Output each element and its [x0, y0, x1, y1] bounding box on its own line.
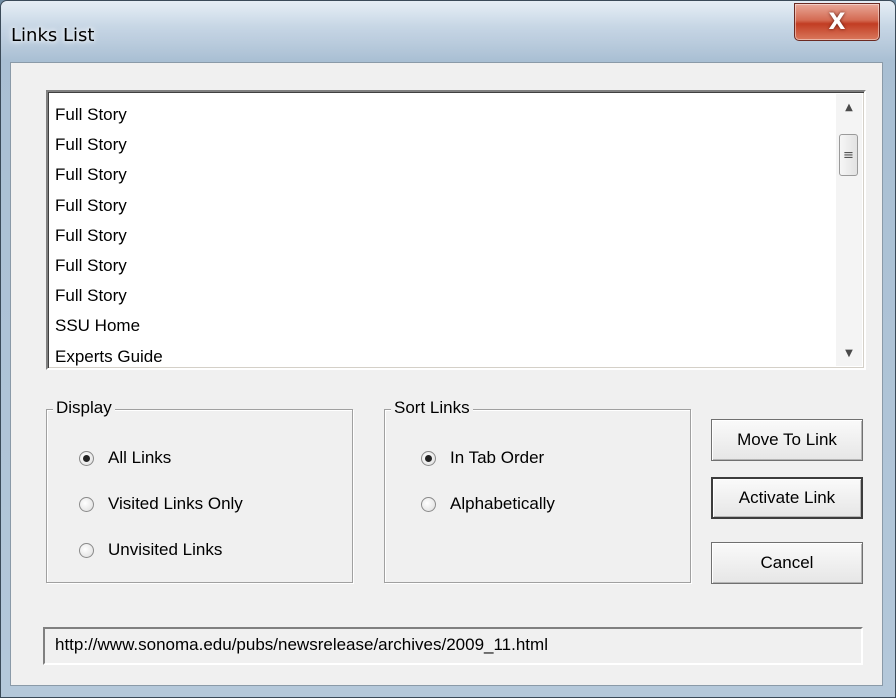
radio-checked-icon: [421, 450, 436, 466]
radio-all-links[interactable]: All Links: [79, 448, 171, 468]
title-bar[interactable]: Links List: [1, 1, 895, 63]
close-button[interactable]: X: [794, 3, 880, 41]
list-item[interactable]: Full Story: [55, 130, 815, 160]
radio-unchecked-icon: [79, 542, 94, 558]
radio-unchecked-icon: [79, 496, 94, 512]
link-url-field: http://www.sonoma.edu/pubs/newsrelease/a…: [43, 627, 863, 665]
list-item[interactable]: Full Story: [55, 251, 815, 281]
scroll-up-button[interactable]: ▲: [836, 94, 862, 120]
scrollbar-thumb[interactable]: ≡: [839, 134, 858, 176]
arrow-down-icon: ▼: [845, 347, 853, 359]
radio-alphabetically[interactable]: Alphabetically: [421, 494, 555, 514]
links-listbox[interactable]: Full Story Full Story Full Story Full St…: [46, 90, 866, 370]
arrow-up-icon: ▲: [845, 101, 853, 113]
grip-icon: ≡: [843, 147, 854, 163]
radio-label: All Links: [108, 448, 172, 467]
close-icon: X: [828, 9, 846, 35]
sort-links-groupbox: Sort Links In Tab Order Alphabetically: [384, 398, 691, 583]
radio-visited-links-only[interactable]: Visited Links Only: [79, 494, 243, 514]
cancel-button[interactable]: Cancel: [711, 542, 863, 584]
radio-unchecked-icon: [421, 496, 436, 512]
radio-label: Visited Links Only: [108, 494, 243, 513]
radio-label: Unvisited Links: [108, 540, 223, 559]
window-title: Links List: [11, 25, 95, 46]
vertical-scrollbar[interactable]: ▲ ≡ ▼: [836, 94, 862, 366]
display-group-label: Display: [53, 398, 115, 418]
dialog-client-area: Full Story Full Story Full Story Full St…: [10, 62, 883, 686]
list-item[interactable]: Experts Guide: [55, 342, 815, 372]
list-item[interactable]: Full Story: [55, 160, 815, 190]
radio-checked-icon: [79, 450, 94, 466]
scroll-down-button[interactable]: ▼: [836, 340, 862, 366]
radio-label: Alphabetically: [450, 494, 555, 513]
move-to-link-button[interactable]: Move To Link: [711, 419, 863, 461]
radio-label: In Tab Order: [450, 448, 545, 467]
links-list: Full Story Full Story Full Story Full St…: [55, 100, 815, 372]
display-groupbox: Display All Links Visited Links Only Unv…: [46, 398, 353, 583]
list-item[interactable]: Full Story: [55, 100, 815, 130]
radio-in-tab-order[interactable]: In Tab Order: [421, 448, 544, 468]
list-item[interactable]: SSU Home: [55, 311, 815, 341]
radio-unvisited-links[interactable]: Unvisited Links: [79, 540, 222, 560]
links-list-dialog: Links List X Full Story Full Story Full …: [0, 0, 896, 698]
list-item[interactable]: Full Story: [55, 221, 815, 251]
list-item[interactable]: Full Story: [55, 191, 815, 221]
sort-links-group-label: Sort Links: [391, 398, 473, 418]
list-item[interactable]: Full Story: [55, 281, 815, 311]
activate-link-button[interactable]: Activate Link: [711, 477, 863, 519]
